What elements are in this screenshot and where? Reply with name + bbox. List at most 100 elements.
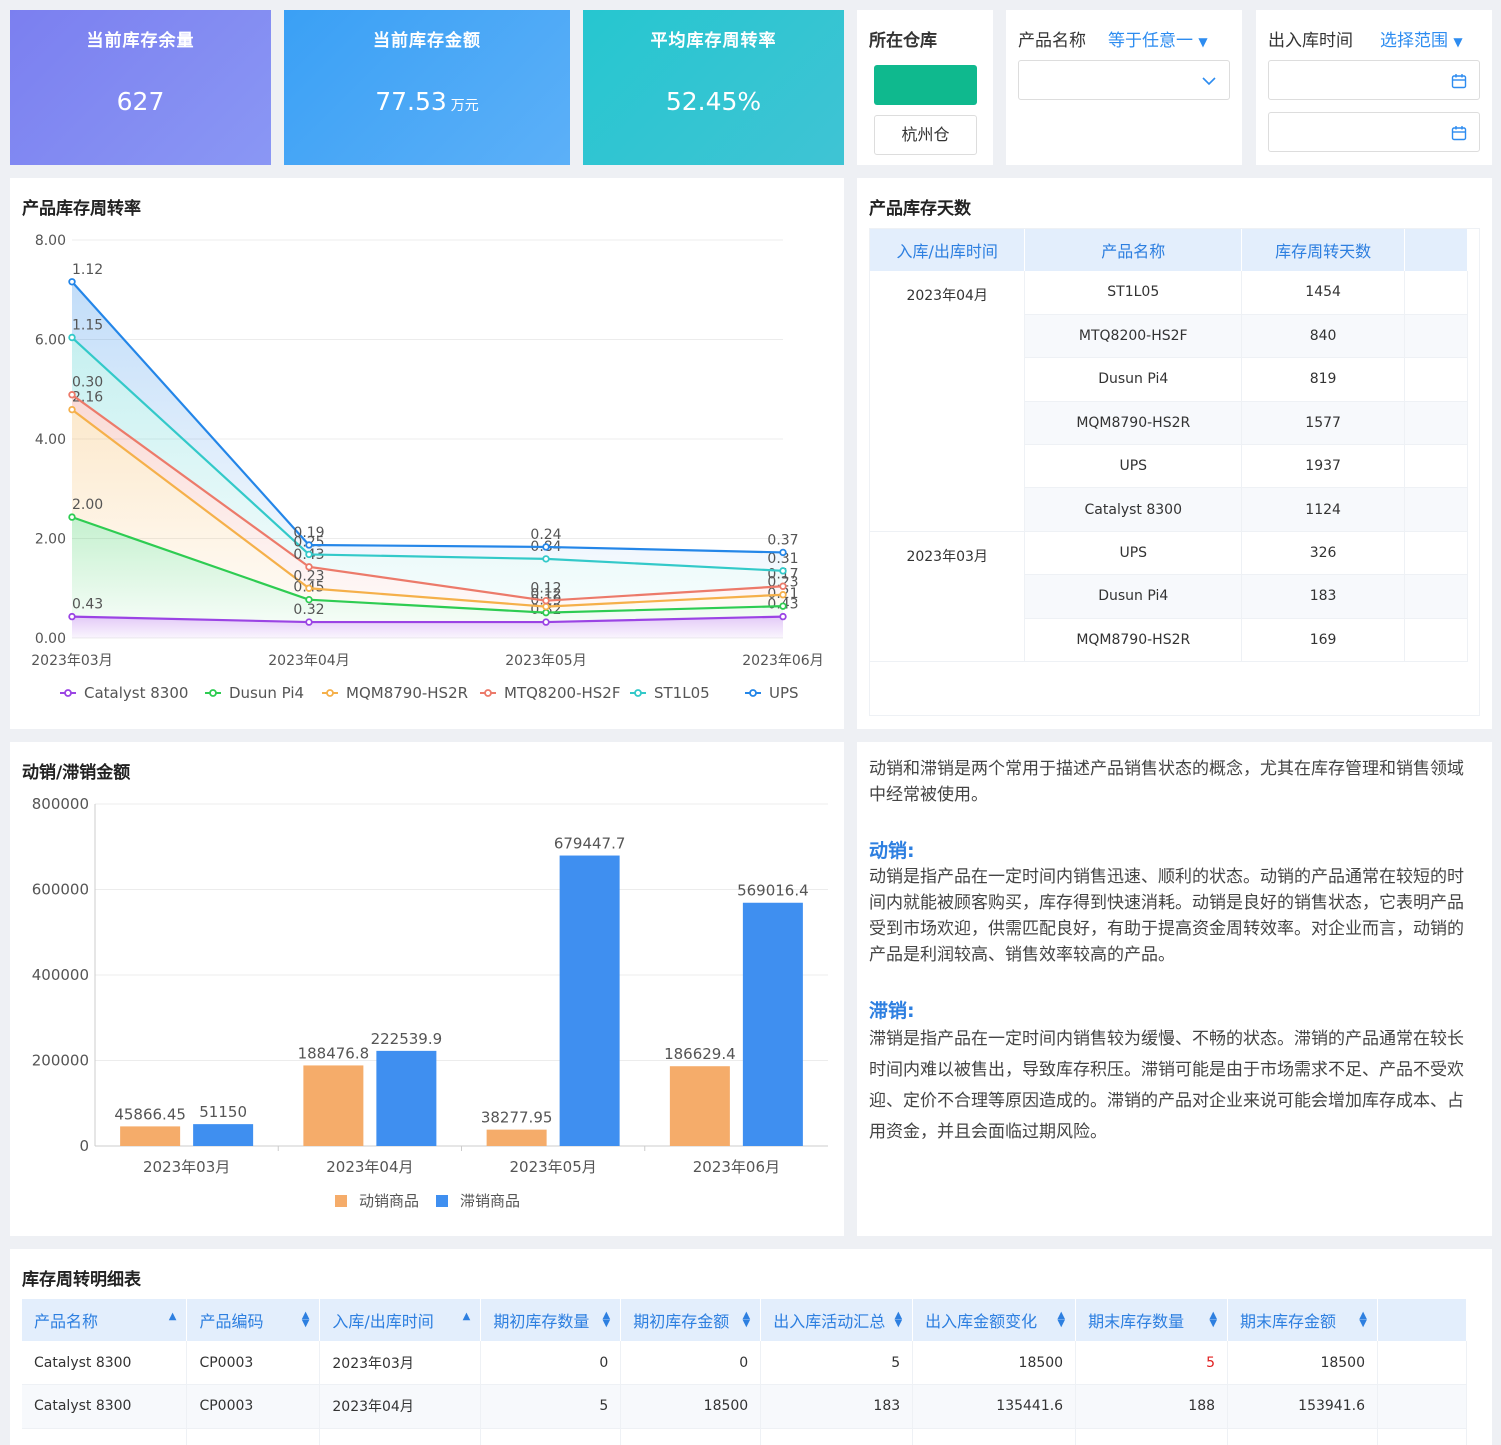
- data-point[interactable]: [305, 550, 313, 559]
- column-header[interactable]: 期初库存数量 ▲ ▼: [480, 1299, 622, 1341]
- sort-icon[interactable]: ▲ ▼: [302, 1311, 310, 1329]
- detail-table-title: 库存周转明细表: [22, 1270, 141, 1290]
- table-cell: ST1L05: [1024, 271, 1243, 315]
- data-point[interactable]: [305, 618, 313, 626]
- data-point[interactable]: [779, 567, 787, 575]
- column-header[interactable]: 期末库存金额 ▲ ▼: [1227, 1299, 1378, 1341]
- end-date-input[interactable]: [1268, 112, 1480, 152]
- product-select[interactable]: [1018, 60, 1230, 100]
- column-header[interactable]: 出入库金额变化 ▲ ▼: [912, 1299, 1077, 1341]
- data-point[interactable]: [305, 541, 313, 549]
- column-header-label: 产品编码: [199, 1312, 264, 1331]
- bar[interactable]: [376, 1050, 437, 1146]
- y-tick-label: 0.00: [35, 631, 66, 647]
- legend-swatch[interactable]: [436, 1195, 448, 1207]
- bar[interactable]: [559, 855, 620, 1146]
- data-point[interactable]: [68, 405, 76, 414]
- legend-label[interactable]: 滞销商品: [460, 1192, 520, 1210]
- column-header[interactable]: 产品编码 ▲ ▼: [186, 1299, 321, 1341]
- column-header[interactable]: 入库/出库时间 ▲: [319, 1299, 482, 1341]
- caret-down-icon: ▼: [1453, 35, 1463, 49]
- data-point[interactable]: [68, 278, 76, 286]
- table-cell: 1454: [1241, 271, 1406, 315]
- description-text: 动销和滞销是两个常用于描述产品销售状态的概念，尤其在库存管理和销售领域中经常被使…: [869, 756, 1470, 1148]
- legend-label[interactable]: MQM8790-HS2R: [346, 684, 468, 702]
- bar[interactable]: [193, 1124, 254, 1146]
- sort-icon[interactable]: ▲ ▼: [1209, 1311, 1217, 1329]
- data-point[interactable]: [779, 548, 787, 557]
- bar[interactable]: [120, 1126, 181, 1146]
- legend-label[interactable]: MTQ8200-HS2F: [504, 684, 620, 702]
- table-row-partial[interactable]: [22, 1428, 1468, 1445]
- column-header[interactable]: 出入库活动汇总 ▲ ▼: [760, 1299, 914, 1341]
- data-point[interactable]: [68, 391, 76, 399]
- column-header-filler: [1377, 1299, 1468, 1341]
- sort-icon[interactable]: ▲ ▼: [1359, 1311, 1367, 1329]
- sort-icon[interactable]: ▲ ▼: [603, 1311, 611, 1329]
- table-cell: [186, 1428, 321, 1445]
- days-table-header[interactable]: 库存周转天数: [1241, 229, 1406, 271]
- data-point[interactable]: [305, 584, 313, 592]
- bar[interactable]: [486, 1129, 547, 1146]
- table-cell: 1124: [1241, 487, 1406, 532]
- data-point[interactable]: [68, 333, 76, 342]
- bar[interactable]: [669, 1066, 730, 1146]
- kpi-unit: 万元: [450, 98, 479, 114]
- table-row[interactable]: 2023年03月 UPS 326: [870, 531, 1468, 663]
- legend-label[interactable]: Catalyst 8300: [84, 684, 188, 702]
- table-cell: 18500: [620, 1384, 762, 1429]
- data-point[interactable]: [542, 602, 550, 611]
- start-date-input[interactable]: [1268, 60, 1480, 100]
- sort-icon[interactable]: ▲ ▼: [894, 1311, 902, 1329]
- sort-icon[interactable]: ▲ ▼: [1057, 1311, 1065, 1329]
- time-filter-mode[interactable]: 选择范围 ▼: [1380, 26, 1463, 51]
- calendar-icon: [1451, 74, 1467, 89]
- data-point[interactable]: [542, 555, 550, 563]
- warehouse-option-selected[interactable]: [874, 65, 977, 105]
- table-row[interactable]: Catalyst 8300 CP0003 2023年03月 0 0 5 18500 5 1850…: [22, 1341, 1468, 1385]
- legend-swatch[interactable]: [335, 1195, 347, 1207]
- data-point[interactable]: [305, 595, 313, 604]
- days-table: 入库/出库时间 产品名称 库存周转天数 2023年04月 ST1L05 1454 MT…: [870, 229, 1468, 663]
- sort-icon[interactable]: ▲: [169, 1312, 177, 1322]
- data-point[interactable]: [779, 582, 787, 590]
- days-table-header[interactable]: 产品名称: [1024, 229, 1243, 271]
- data-point[interactable]: [542, 618, 550, 626]
- column-header[interactable]: 期初库存金额 ▲ ▼: [620, 1299, 762, 1341]
- table-row[interactable]: 2023年04月 ST1L05 1454: [870, 271, 1468, 532]
- data-point[interactable]: [68, 513, 76, 521]
- table-cell: 135441.6: [912, 1384, 1077, 1429]
- bar-label: 186629.4: [664, 1045, 736, 1063]
- legend-label[interactable]: 动销商品: [359, 1192, 419, 1210]
- legend-label[interactable]: Dusun Pi4: [229, 684, 304, 702]
- table-row[interactable]: Catalyst 8300 CP0003 2023年04月 5 18500 183 1354…: [22, 1384, 1468, 1429]
- data-label: 0.37: [767, 532, 798, 548]
- column-header[interactable]: 期末库存数量 ▲ ▼: [1075, 1299, 1229, 1341]
- days-table-header[interactable]: 入库/出库时间: [870, 229, 1026, 271]
- data-point[interactable]: [305, 563, 313, 571]
- legend-label[interactable]: UPS: [769, 684, 799, 702]
- data-point[interactable]: [779, 591, 787, 599]
- data-point[interactable]: [779, 612, 787, 621]
- legend-label[interactable]: ST1L05: [654, 684, 710, 702]
- bar-label: 569016.4: [737, 882, 809, 900]
- data-point[interactable]: [542, 596, 550, 605]
- table-cell: Catalyst 8300: [22, 1341, 188, 1385]
- data-point[interactable]: [542, 543, 550, 551]
- data-point[interactable]: [68, 612, 76, 621]
- data-label: 1.15: [72, 318, 103, 334]
- sort-icon[interactable]: ▲: [463, 1312, 471, 1322]
- bar[interactable]: [742, 902, 803, 1146]
- table-cell-filler: [1404, 314, 1468, 359]
- table-cell: Catalyst 8300: [1024, 487, 1243, 532]
- product-filter-mode[interactable]: 等于任意一 ▼: [1108, 26, 1208, 51]
- data-point[interactable]: [779, 602, 787, 610]
- sort-icon[interactable]: ▲ ▼: [743, 1311, 751, 1329]
- data-point[interactable]: [542, 608, 550, 617]
- bar[interactable]: [303, 1065, 364, 1146]
- column-header-label: 出入库活动汇总: [773, 1312, 886, 1331]
- warehouse-option-hangzhou[interactable]: 杭州仓: [874, 115, 977, 155]
- table-cell: 1937: [1241, 444, 1406, 489]
- table-cell: 5: [480, 1384, 622, 1429]
- column-header[interactable]: 产品名称 ▲: [22, 1299, 188, 1341]
